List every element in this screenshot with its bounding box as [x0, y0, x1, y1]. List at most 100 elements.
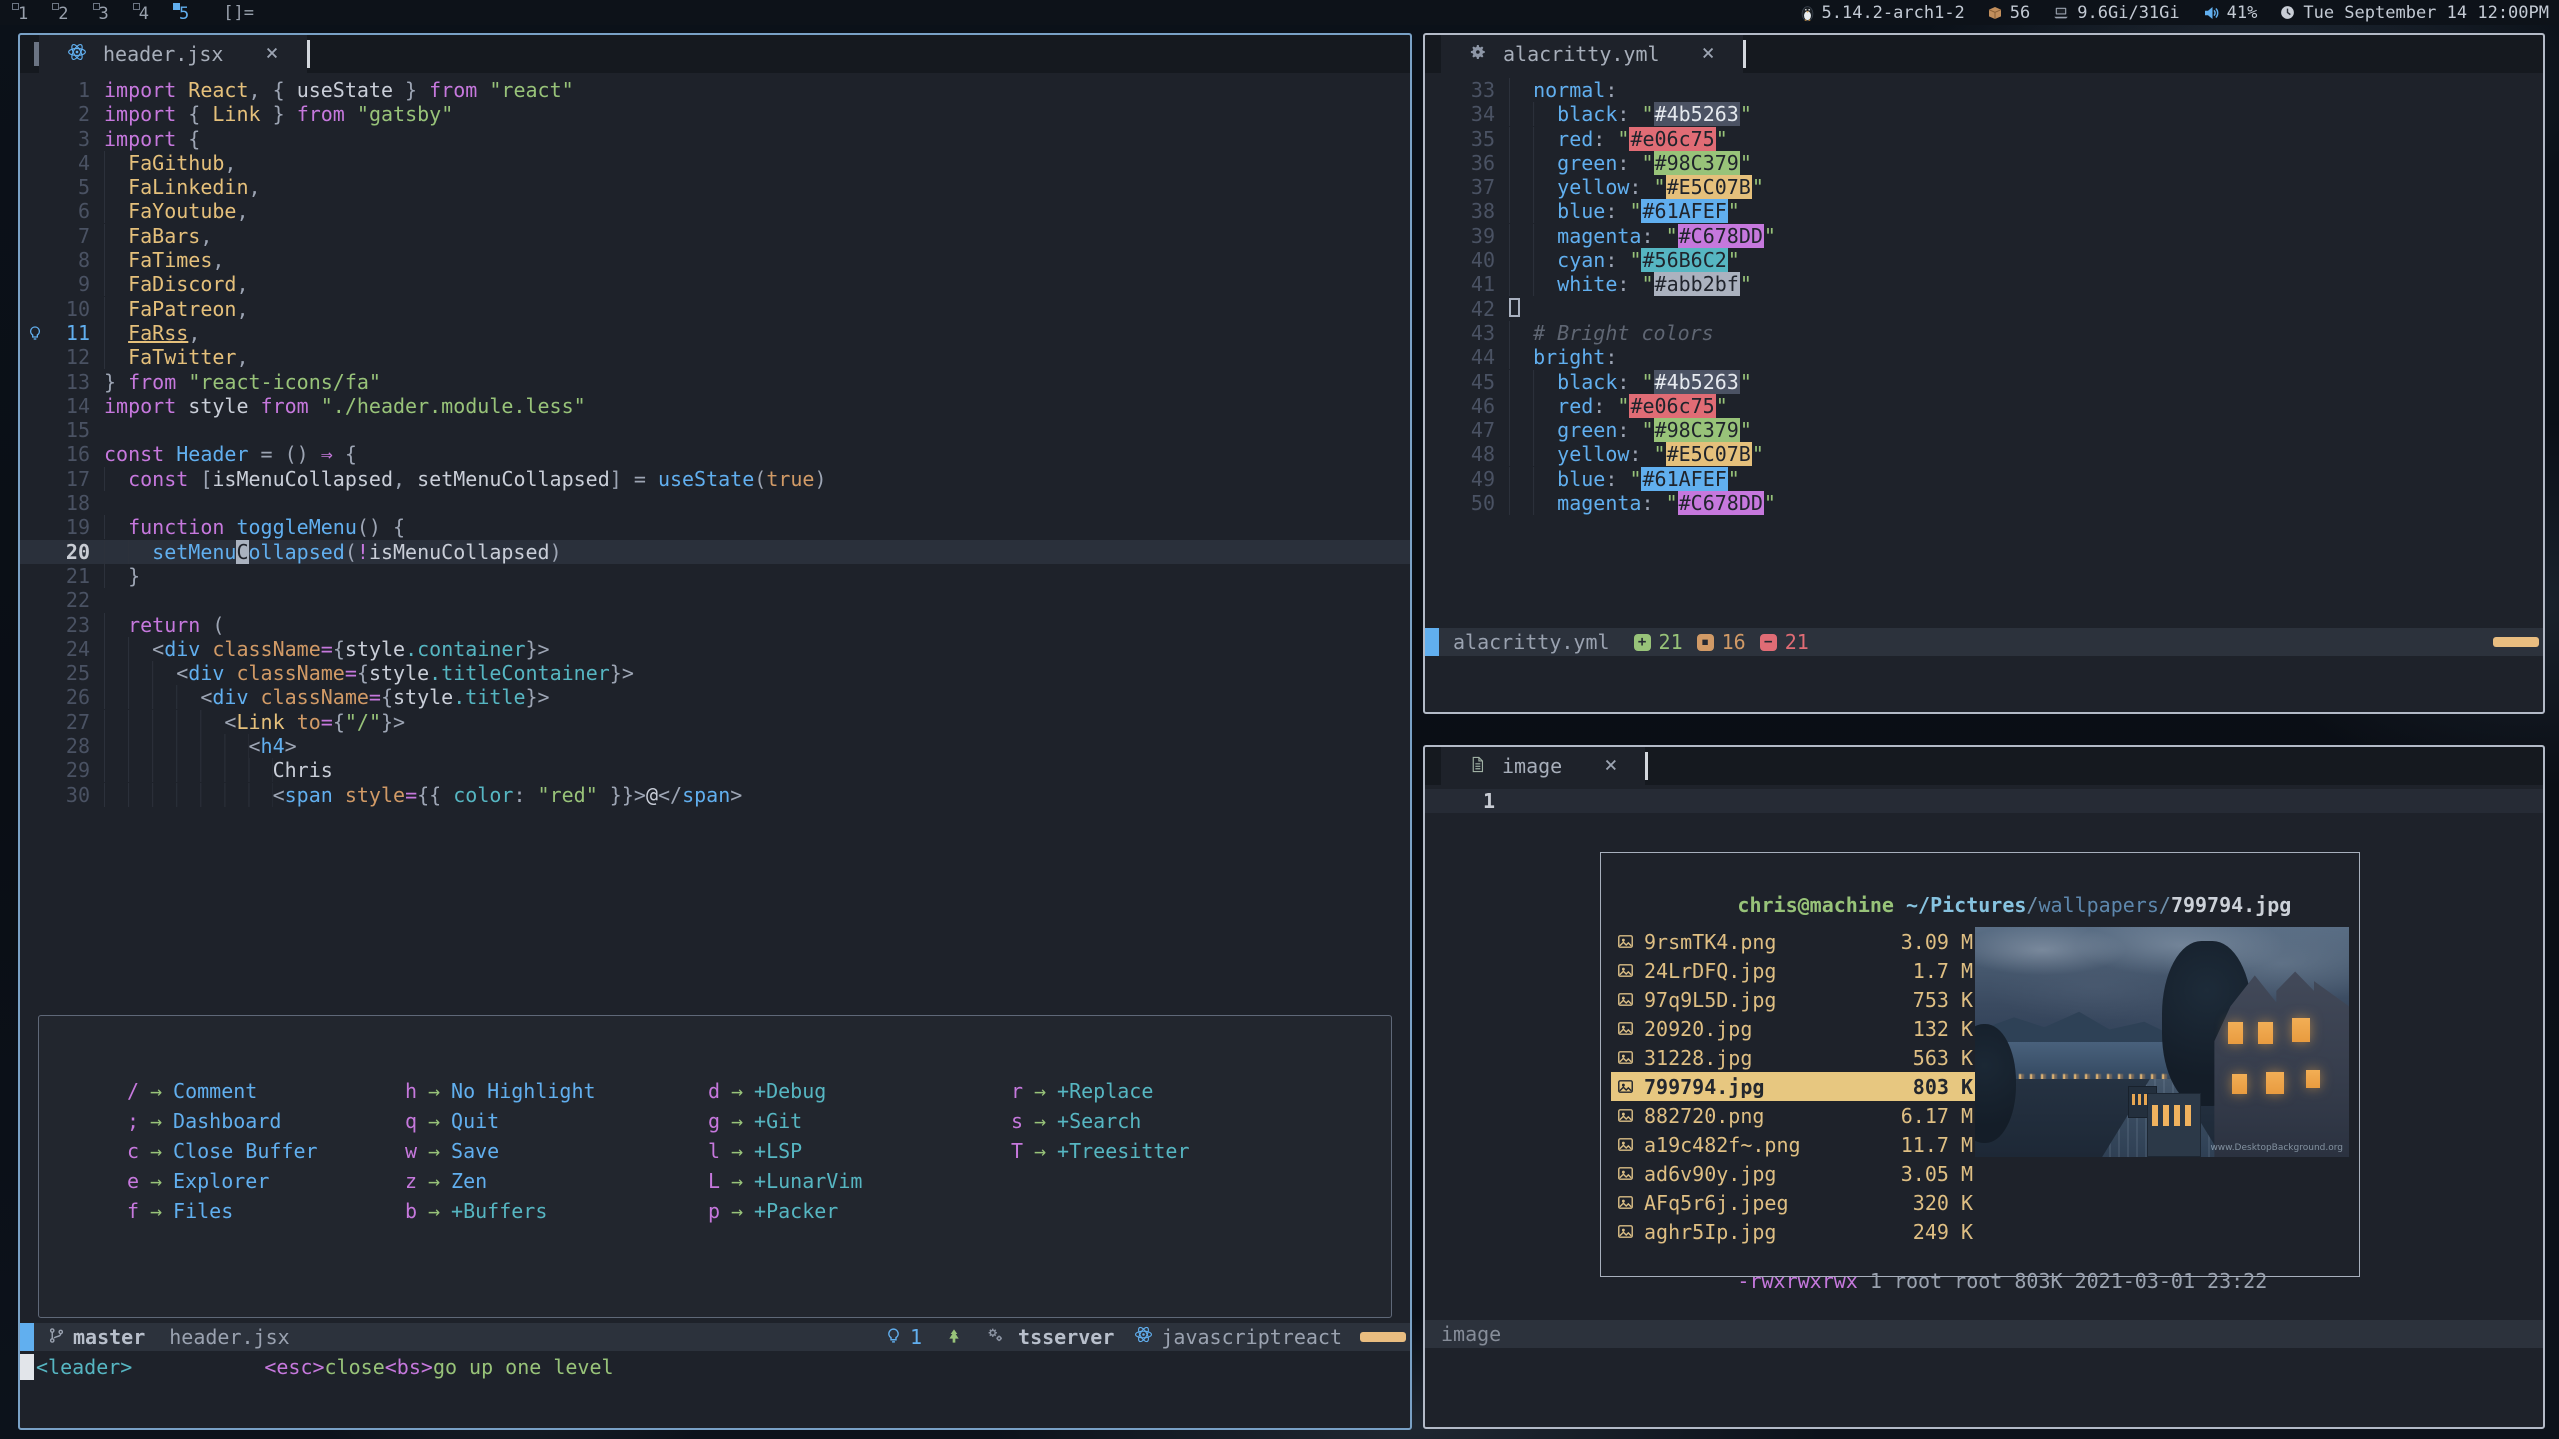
workspace-3[interactable]: 3	[91, 2, 117, 24]
file-row-97q9L5D.jpg[interactable]: 97q9L5D.jpg753 K	[1611, 985, 1983, 1014]
whichkey-item-e[interactable]: e→Explorer	[125, 1166, 403, 1196]
memory-status: 9.6Gi/31Gi	[2052, 3, 2179, 23]
code-line-1: 1import React, { useState } from "react"	[20, 78, 1410, 102]
volume-level: 41%	[2227, 3, 2258, 23]
git-branch-name[interactable]: master	[73, 1325, 145, 1349]
code-line-27: 27 <Link to={"/"}>	[20, 710, 1410, 734]
statusline-left: master header.jsx 1 tsserver javascriptr…	[20, 1323, 1410, 1351]
code-line-25: 25 <div className={style.titleContainer}…	[20, 661, 1410, 685]
file-row-ad6v90y.jpg[interactable]: ad6v90y.jpg3.05 M	[1611, 1159, 1983, 1188]
bs-hint: <bs>	[385, 1355, 433, 1379]
whichkey-item-w[interactable]: w→Save	[403, 1136, 706, 1166]
editor-window-header-jsx: header.jsx × 1import React, { useState }…	[18, 33, 1412, 1430]
code-line-47: 47 green: "#98C379"	[1425, 418, 2543, 442]
image-file-icon	[1617, 1136, 1644, 1153]
tab-header-jsx[interactable]: header.jsx ×	[39, 35, 307, 73]
statusline-buffer-name: image	[1425, 1322, 1501, 1346]
lsp-server-name: tsserver	[1018, 1325, 1114, 1349]
image-file-icon	[1617, 1165, 1644, 1182]
file-row-799794.jpg[interactable]: 799794.jpg803 K	[1611, 1072, 1983, 1101]
tabline-cursor	[307, 40, 310, 68]
code-line-21: 21 }	[20, 564, 1410, 588]
memory-usage: 9.6Gi/31Gi	[2077, 3, 2179, 23]
whichkey-item-b[interactable]: b→+Buffers	[403, 1196, 706, 1226]
preview-watermark: www.DesktopBackground.org	[2210, 1143, 2343, 1153]
whichkey-item-z[interactable]: z→Zen	[403, 1166, 706, 1196]
tab-alacritty-yml[interactable]: alacritty.yml ×	[1441, 35, 1743, 73]
tab-image[interactable]: image ×	[1441, 747, 1645, 785]
memory-icon	[2052, 4, 2070, 22]
whichkey-grid: /→Comment;→Dashboardc→Close Buffere→Expl…	[125, 1076, 1190, 1317]
code-line-9: 9 FaDiscord,	[20, 272, 1410, 296]
code-line-41: 41 white: "#abb2bf"	[1425, 272, 2543, 296]
mode-indicator	[1425, 628, 1439, 656]
whichkey-item-;[interactable]: ;→Dashboard	[125, 1106, 403, 1136]
file-row-AFq5r6j.jpeg[interactable]: AFq5r6j.jpeg320 K	[1611, 1188, 1983, 1217]
file-row-882720.png[interactable]: 882720.png6.17 M	[1611, 1101, 1983, 1130]
code-line-11: 11 FaRss,	[20, 321, 1410, 345]
filetype-label: javascriptreact	[1161, 1325, 1342, 1349]
scroll-progress-indicator	[1360, 1332, 1406, 1342]
whichkey-item-d[interactable]: d→+Debug	[706, 1076, 1009, 1106]
whichkey-item-f[interactable]: f→Files	[125, 1196, 403, 1226]
bar-status: 5.14.2-arch1-2 56 9.6Gi/31Gi 41% Tue Sep…	[1800, 3, 2559, 23]
code-line-3: 3import {	[20, 127, 1410, 151]
code-line-45: 45 black: "#4b5263"	[1425, 370, 2543, 394]
code-line-8: 8 FaTimes,	[20, 248, 1410, 272]
status-bar: 12345 []= 5.14.2-arch1-2 56 9.6Gi/31Gi 4…	[0, 0, 2559, 25]
kernel-status: 5.14.2-arch1-2	[1800, 3, 1965, 23]
workspace-1[interactable]: 1	[10, 2, 36, 24]
code-line-23: 23 return (	[20, 613, 1410, 637]
whichkey-item-q[interactable]: q→Quit	[403, 1106, 706, 1136]
code-line-28: 28 <h4>	[20, 734, 1410, 758]
document-icon	[1469, 754, 1486, 778]
image-file-icon	[1617, 1107, 1644, 1124]
close-icon[interactable]: ×	[1604, 755, 1617, 777]
code-buffer-header-jsx[interactable]: 1import React, { useState } from "react"…	[20, 73, 1410, 807]
file-row-20920.jpg[interactable]: 20920.jpg132 K	[1611, 1014, 1983, 1043]
file-row-24LrDFQ.jpg[interactable]: 24LrDFQ.jpg1.7 M	[1611, 956, 1983, 985]
code-buffer-alacritty[interactable]: 33 normal:34 black: "#4b5263"35 red: "#e…	[1425, 73, 2543, 515]
file-row-31228.jpg[interactable]: 31228.jpg563 K	[1611, 1043, 1983, 1072]
workspace-2[interactable]: 2	[50, 2, 76, 24]
code-line-46: 46 red: "#e06c75"	[1425, 394, 2543, 418]
statusline-bottomright: image	[1425, 1320, 2543, 1348]
cmdline-left: <leader> <esc> close <bs> go up one leve…	[20, 1353, 1410, 1381]
whichkey-item-s[interactable]: s→+Search	[1009, 1106, 1190, 1136]
whichkey-popup: /→Comment;→Dashboardc→Close Buffere→Expl…	[38, 1015, 1392, 1318]
close-hint: close	[325, 1355, 385, 1379]
code-line-20: 20 setMenuCollapsed(!isMenuCollapsed)	[20, 540, 1410, 564]
code-line-16: 16const Header = () ⇒ {	[20, 442, 1410, 466]
image-file-icon	[1617, 933, 1644, 950]
whichkey-item-L[interactable]: L→+LunarVim	[706, 1166, 1009, 1196]
whichkey-item-T[interactable]: T→+Treesitter	[1009, 1136, 1190, 1166]
file-meta: 1 root root 803K 2021-03-01 23:22	[1858, 1269, 2267, 1293]
whichkey-item-g[interactable]: g→+Git	[706, 1106, 1009, 1136]
volume-status: 41%	[2202, 3, 2258, 23]
workspace-4[interactable]: 4	[131, 2, 157, 24]
preview-tram	[2147, 1093, 2201, 1157]
current-path: ~/Pictures/wallpapers/799794.jpg	[1906, 893, 2291, 917]
workspace-5[interactable]: 5	[171, 2, 197, 24]
code-line-38: 38 blue: "#61AFEF"	[1425, 199, 2543, 223]
file-row-a19c482f~.png[interactable]: a19c482f~.png11.7 M	[1611, 1130, 1983, 1159]
image-file-icon	[1617, 1078, 1644, 1095]
clock-status: Tue September 14 12:00PM	[2279, 3, 2549, 23]
code-line-17: 17 const [isMenuCollapsed, setMenuCollap…	[20, 467, 1410, 491]
file-row-9rsmTK4.png[interactable]: 9rsmTK4.png3.09 M	[1611, 927, 1983, 956]
whichkey-item-l[interactable]: l→+LSP	[706, 1136, 1009, 1166]
file-row-aghr5Ip.jpg[interactable]: aghr5Ip.jpg249 K	[1611, 1217, 1983, 1246]
code-line-44: 44 bright:	[1425, 345, 2543, 369]
close-icon[interactable]: ×	[1702, 43, 1715, 65]
code-line-24: 24 <div className={style.container}>	[20, 637, 1410, 661]
lightbulb-icon	[885, 1325, 902, 1349]
package-status: 56	[1987, 3, 2030, 23]
whichkey-item-r[interactable]: r→+Replace	[1009, 1076, 1190, 1106]
tabbar-left: header.jsx ×	[20, 35, 1410, 73]
whichkey-item-p[interactable]: p→+Packer	[706, 1196, 1009, 1226]
filetype-react-icon	[1134, 1325, 1153, 1349]
whichkey-item-c[interactable]: c→Close Buffer	[125, 1136, 403, 1166]
whichkey-item-h[interactable]: h→No Highlight	[403, 1076, 706, 1106]
close-icon[interactable]: ×	[265, 43, 278, 65]
whichkey-item-/[interactable]: /→Comment	[125, 1076, 403, 1106]
